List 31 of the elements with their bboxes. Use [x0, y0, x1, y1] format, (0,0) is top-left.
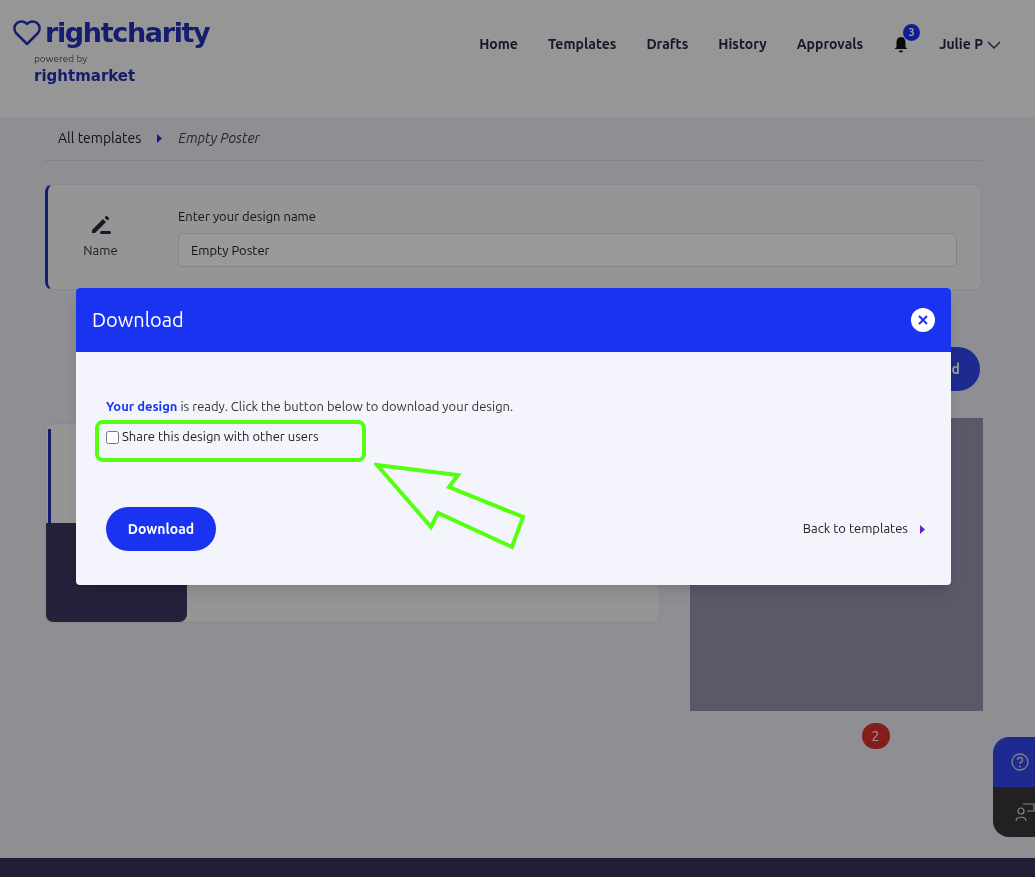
chevron-down-icon: [987, 40, 1001, 49]
nav-link[interactable]: Home: [479, 34, 518, 55]
user-menu[interactable]: Julie P: [939, 34, 1001, 55]
presenter-icon[interactable]: [1015, 802, 1035, 822]
nav-link[interactable]: Templates: [547, 34, 617, 55]
field-label: Enter your design name: [178, 207, 317, 225]
bell-icon[interactable]: [893, 36, 910, 53]
breadcrumb-link[interactable]: Empty Poster: [178, 128, 260, 149]
design-name-field[interactable]: Empty Poster: [178, 233, 957, 268]
breadcrumb-link[interactable]: All templates: [58, 128, 142, 149]
page-badge: 2: [861, 723, 890, 749]
powered-by-text: powered by: [34, 52, 89, 66]
back-link[interactable]: Back to templates: [802, 519, 925, 539]
sub-logo-text: rightmarket: [34, 66, 137, 86]
download-button[interactable]: Download: [106, 507, 216, 551]
help-icon[interactable]: [1011, 753, 1029, 771]
share-checkbox[interactable]: [106, 430, 119, 444]
share-label: Share this design with other users: [122, 428, 319, 446]
name-label: Name: [83, 242, 118, 260]
notification-badge: 3: [903, 24, 921, 41]
caret-right-icon: [920, 524, 925, 534]
nav-link[interactable]: Approvals: [796, 34, 864, 55]
logo-text[interactable]: rightcharity: [45, 16, 210, 50]
nav-link[interactable]: History: [718, 34, 767, 55]
close-icon: [918, 315, 928, 325]
heart-icon: [13, 20, 41, 46]
nav-link[interactable]: Drafts: [646, 34, 689, 55]
caret-right-icon: [157, 134, 163, 143]
close-button[interactable]: [911, 308, 935, 332]
ready-message: Your design is ready. Click the button below to download your design.: [106, 398, 515, 415]
dialog-title: Download: [92, 307, 184, 333]
